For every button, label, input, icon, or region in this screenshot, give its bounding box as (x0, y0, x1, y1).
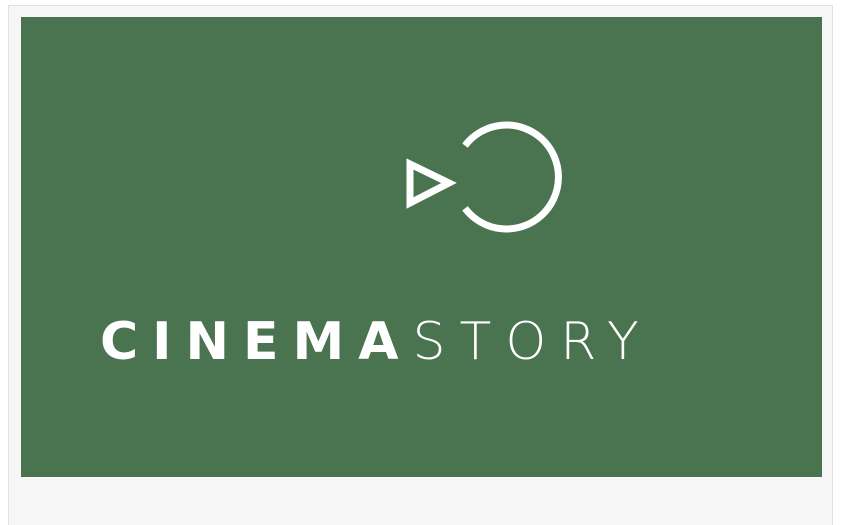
brand-banner: CINEMASTORY (21, 17, 822, 477)
brand-wordmark: CINEMASTORY (100, 307, 765, 377)
play-circle-c-icon (406, 121, 562, 233)
wordmark-light: STORY (412, 312, 653, 372)
wordmark-bold: CINEMA (100, 312, 413, 372)
